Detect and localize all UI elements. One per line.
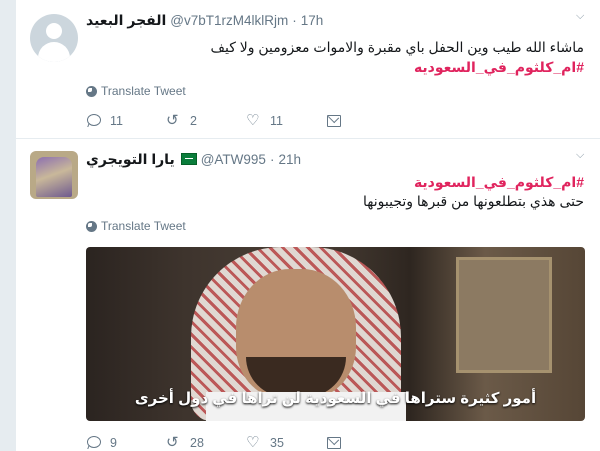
reply-count: 9 bbox=[110, 436, 117, 450]
reply-icon bbox=[86, 114, 102, 128]
direct-message-button[interactable] bbox=[326, 436, 406, 450]
tweet-actions: 11 ↺ 2 ♡ 11 bbox=[86, 112, 406, 129]
tweet-fullname[interactable]: الفجر البعيد bbox=[86, 12, 166, 29]
tweet-actions: 9 ↺ 28 ♡ 35 bbox=[86, 434, 406, 451]
like-button[interactable]: ♡ 11 bbox=[246, 112, 326, 129]
tweet-hashtag[interactable]: #ام_كلثوم_في_السعوديه bbox=[86, 58, 584, 77]
tweet-timestamp[interactable]: 21h bbox=[278, 152, 301, 167]
translate-label: Translate Tweet bbox=[101, 84, 186, 98]
direct-message-button[interactable] bbox=[326, 114, 406, 128]
retweet-count: 28 bbox=[190, 436, 204, 450]
hashtag-link[interactable]: #ام_كلثوم_في_السعوديه bbox=[414, 59, 584, 75]
like-count: 11 bbox=[270, 114, 283, 128]
retweet-icon: ↺ bbox=[166, 434, 179, 451]
reply-button[interactable]: 11 bbox=[86, 114, 166, 128]
video-caption: أمور كثيرة ستراها في السعودية لن تراها ف… bbox=[134, 390, 537, 407]
tweet[interactable]: الفجر البعيد @v7bT1rzM4lklRjm · 17h ⌵ ما… bbox=[16, 0, 600, 139]
tweet-handle[interactable]: @v7bT1rzM4lklRjm bbox=[170, 13, 288, 28]
saudi-flag-icon bbox=[180, 153, 197, 165]
reply-icon bbox=[86, 436, 102, 450]
retweet-count: 2 bbox=[190, 114, 197, 128]
envelope-icon bbox=[326, 436, 342, 450]
avatar-image bbox=[36, 157, 72, 197]
video-thumbnail[interactable]: أمور كثيرة ستراها في السعودية لن تراها ف… bbox=[86, 247, 585, 421]
avatar[interactable] bbox=[30, 151, 78, 199]
tweet-text: ماشاء الله طيب وين الحفل باي مقبرة والام… bbox=[210, 39, 584, 55]
translate-tweet-link[interactable]: Translate Tweet bbox=[86, 84, 186, 98]
separator-dot: · bbox=[269, 151, 275, 167]
reply-count: 11 bbox=[110, 114, 123, 128]
tweet-handle[interactable]: @ATW995 bbox=[201, 152, 266, 167]
retweet-button[interactable]: ↺ 2 bbox=[166, 112, 246, 129]
reply-button[interactable]: 9 bbox=[86, 436, 166, 450]
globe-icon bbox=[86, 220, 97, 232]
heart-icon: ♡ bbox=[246, 434, 260, 451]
tweet-fullname[interactable]: يارا التويجري bbox=[86, 151, 175, 168]
retweet-button[interactable]: ↺ 28 bbox=[166, 434, 246, 451]
like-count: 35 bbox=[270, 436, 284, 450]
chevron-down-icon[interactable]: ⌵ bbox=[576, 150, 586, 161]
heart-icon: ♡ bbox=[246, 112, 260, 129]
avatar-default-body bbox=[38, 42, 70, 62]
separator-dot: · bbox=[292, 12, 297, 28]
tweet-header: الفجر البعيد @v7bT1rzM4lklRjm · 17h bbox=[86, 10, 588, 30]
like-button[interactable]: ♡ 35 bbox=[246, 434, 326, 451]
tweet-text: حتى هذي بتطلعونها من قبرها وتجيبونها bbox=[363, 193, 584, 209]
tweet-hashtag[interactable]: #ام_كلثوم_في_السعودية bbox=[86, 173, 584, 192]
hashtag-link[interactable]: #ام_كلثوم_في_السعودية bbox=[414, 174, 584, 190]
avatar-default-head bbox=[46, 23, 62, 39]
tweet-header: يارا التويجري @ATW995 · 21h bbox=[86, 149, 588, 169]
avatar[interactable] bbox=[30, 14, 78, 62]
retweet-icon: ↺ bbox=[166, 112, 179, 129]
chevron-down-icon[interactable]: ⌵ bbox=[576, 11, 586, 22]
envelope-icon bbox=[326, 114, 342, 128]
timeline: الفجر البعيد @v7bT1rzM4lklRjm · 17h ⌵ ما… bbox=[16, 0, 600, 451]
tweet[interactable]: يارا التويجري @ATW995 · 21h ⌵ #ام_كلثوم_… bbox=[16, 139, 600, 451]
background-frame bbox=[456, 257, 552, 373]
translate-tweet-link[interactable]: Translate Tweet bbox=[86, 219, 186, 233]
translate-label: Translate Tweet bbox=[101, 219, 186, 233]
tweet-timestamp[interactable]: 17h bbox=[301, 13, 324, 28]
globe-icon bbox=[86, 85, 97, 97]
